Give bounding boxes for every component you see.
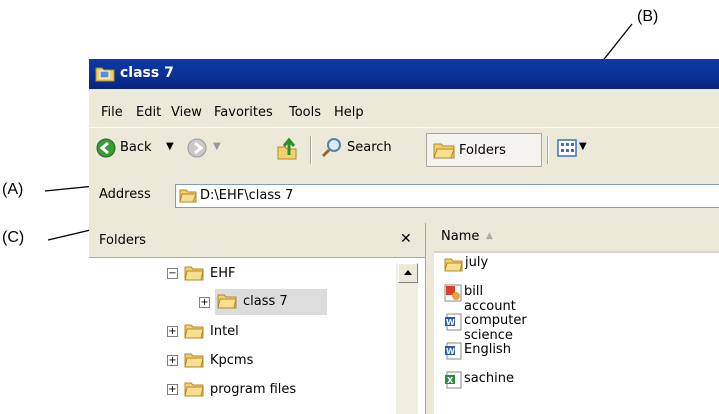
folder-icon — [444, 258, 463, 272]
tree-item-class7-label: class 7 — [243, 294, 288, 309]
file-name: bill account — [464, 284, 516, 314]
menu-help[interactable]: Help — [334, 105, 364, 120]
folders-button[interactable]: Folders — [426, 133, 542, 167]
tree-item-intel[interactable]: Intel — [210, 324, 239, 339]
address-label: Address — [99, 187, 151, 202]
address-input[interactable]: D:\EHF\class 7 — [175, 184, 719, 208]
back-button[interactable]: Back ▼ — [96, 137, 181, 161]
powerpoint-file-icon — [444, 284, 462, 302]
chevron-down-icon[interactable]: ▼ — [579, 141, 587, 152]
annotation-label-c: (C) — [2, 229, 25, 246]
name-column-label: Name — [441, 229, 480, 244]
vertical-scrollbar[interactable] — [396, 263, 418, 414]
file-name: sachine — [464, 371, 514, 386]
back-label: Back — [120, 140, 152, 155]
tree-item-kpcms[interactable]: Kpcms — [210, 353, 253, 368]
collapse-expander[interactable]: − — [167, 268, 178, 279]
forward-button[interactable]: ▼ — [187, 137, 227, 161]
svg-text:W: W — [446, 318, 455, 327]
views-icon — [557, 139, 577, 157]
svg-text:W: W — [446, 347, 455, 356]
search-button[interactable]: Search — [321, 137, 413, 161]
toolbar-separator — [310, 136, 312, 164]
annotation-label-b: (B) — [637, 8, 659, 25]
back-arrow-icon — [96, 138, 116, 158]
forward-arrow-icon — [187, 138, 207, 158]
folders-label: Folders — [459, 143, 506, 158]
file-name: English — [464, 342, 511, 357]
folders-pane: Folders ✕ − EHF + class 7 + Intel + Kpcm… — [89, 223, 426, 414]
window-title: class 7 — [120, 65, 174, 81]
menu-file[interactable]: File — [101, 105, 123, 120]
word-file-icon: W — [445, 313, 462, 331]
views-button[interactable]: ▼ — [557, 137, 597, 161]
annotation-label-a: (A) — [2, 181, 24, 198]
folder-icon — [184, 266, 204, 281]
search-icon — [321, 138, 341, 158]
tree-item-program-files[interactable]: program files — [210, 382, 296, 397]
address-bar: Address D:\EHF\class 7 — [89, 172, 719, 212]
chevron-down-icon[interactable]: ▼ — [213, 141, 221, 152]
folder-icon — [217, 294, 237, 309]
folders-pane-title: Folders — [99, 233, 146, 248]
close-icon[interactable]: ✕ — [400, 231, 412, 247]
standard-toolbar: Back ▼ ▼ Search Folders ▼ — [89, 127, 719, 173]
toolbar-separator — [547, 136, 549, 164]
folder-icon — [95, 67, 115, 82]
word-file-icon: W — [445, 342, 462, 360]
excel-file-icon: X — [445, 371, 462, 389]
menu-favorites[interactable]: Favorites — [214, 105, 273, 120]
sort-ascending-icon: ▲ — [486, 231, 493, 241]
expand-expander[interactable]: + — [199, 297, 210, 308]
explorer-panes: Folders ✕ − EHF + class 7 + Intel + Kpcm… — [89, 223, 719, 414]
file-name: july — [465, 255, 489, 270]
folders-pane-header: Folders ✕ — [89, 223, 425, 258]
menu-bar: File Edit View Favorites Tools Help — [89, 89, 719, 127]
address-value: D:\EHF\class 7 — [200, 188, 294, 203]
tree-item-class7-selected[interactable]: class 7 — [215, 289, 327, 315]
scroll-up-button[interactable] — [398, 263, 418, 283]
folder-icon — [184, 324, 204, 339]
arrow-up-icon — [404, 270, 412, 275]
expand-expander[interactable]: + — [167, 355, 178, 366]
folder-icon — [433, 143, 455, 159]
file-list-pane: Name ▲ july bill account W computer scie… — [434, 223, 719, 414]
title-bar[interactable]: class 7 — [89, 59, 719, 89]
file-name: computer science — [464, 313, 527, 343]
folder-icon — [179, 189, 197, 203]
chevron-down-icon[interactable]: ▼ — [166, 141, 174, 152]
expand-expander[interactable]: + — [167, 384, 178, 395]
svg-text:X: X — [447, 376, 454, 385]
explorer-window: class 7 File Edit View Favorites Tools H… — [89, 59, 719, 414]
up-folder-icon[interactable] — [275, 137, 299, 161]
folder-icon — [184, 353, 204, 368]
tree-item-ehf[interactable]: EHF — [210, 266, 235, 281]
search-label: Search — [347, 140, 392, 155]
menu-edit[interactable]: Edit — [136, 105, 161, 120]
folder-icon — [184, 382, 204, 397]
name-column-header[interactable]: Name ▲ — [434, 223, 719, 253]
menu-tools[interactable]: Tools — [289, 105, 321, 120]
menu-view[interactable]: View — [171, 105, 202, 120]
expand-expander[interactable]: + — [167, 326, 178, 337]
